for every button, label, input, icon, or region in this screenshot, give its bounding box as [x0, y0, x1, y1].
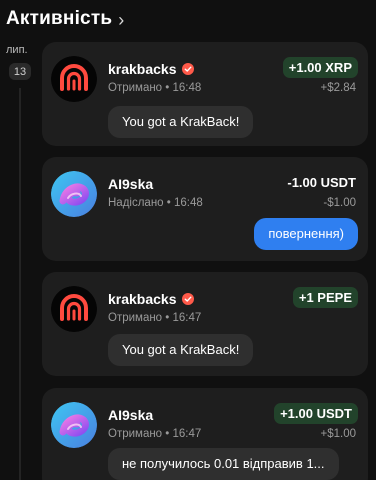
page-title: Активність — [6, 8, 113, 29]
sender-name: AI9ska — [108, 176, 154, 192]
krakbacks-avatar — [51, 286, 97, 332]
ai9ska-avatar — [51, 171, 97, 217]
comment-bubble: You got a KrakBack! — [108, 334, 254, 366]
status-text: Отримано — [108, 428, 163, 440]
amount-badge: +1 PEPE — [292, 287, 358, 308]
sender-name: krakbacks — [108, 291, 177, 307]
timeline-line — [19, 88, 21, 480]
transaction-card[interactable]: AI9ska Отримано • 16:47 +1.00 USDT +$1.0… — [42, 388, 368, 480]
transaction-status: Отримано • 16:47 — [108, 428, 202, 440]
transaction-status: Надіслано • 16:48 — [108, 197, 203, 209]
ai9ska-avatar — [51, 402, 97, 448]
time-text: 16:47 — [172, 428, 202, 440]
status-text: Отримано — [108, 82, 163, 94]
transaction-card[interactable]: AI9ska Надіслано • 16:48 -1.00 USDT -$1.… — [42, 157, 368, 261]
sender-row: krakbacks — [108, 291, 194, 307]
krakbacks-logo-icon — [51, 56, 97, 102]
verified-badge-icon — [181, 63, 194, 75]
amount-badge: -1.00 USDT — [287, 175, 356, 190]
sender-row: krakbacks — [108, 61, 194, 77]
chevron-right-icon: › — [118, 9, 125, 30]
status-text: Отримано — [108, 312, 163, 324]
activity-screen: Активність › лип. 13 krakbacks Отримано … — [0, 0, 376, 480]
krakbacks-logo-icon — [51, 286, 97, 332]
transaction-status: Отримано • 16:47 — [108, 312, 202, 324]
transaction-status: Отримано • 16:48 — [108, 82, 202, 94]
amount-badge: +1.00 USDT — [274, 403, 358, 424]
transaction-card[interactable]: krakbacks Отримано • 16:48 +1.00 XRP +$2… — [42, 42, 368, 146]
fiat-amount: -$1.00 — [323, 197, 356, 209]
fiat-amount: +$1.00 — [320, 428, 357, 440]
date-month: лип. — [6, 44, 28, 56]
status-text: Надіслано — [108, 197, 164, 209]
amount-badge: +1.00 XRP — [282, 57, 358, 78]
ai9ska-avatar-icon — [51, 171, 97, 217]
ai9ska-avatar-icon — [51, 402, 97, 448]
time-text: 16:47 — [172, 312, 202, 324]
return-button[interactable]: повернення) — [254, 218, 358, 250]
time-text: 16:48 — [174, 197, 203, 209]
fiat-amount: +$2.84 — [320, 82, 357, 94]
comment-bubble: You got a KrakBack! — [108, 106, 254, 138]
sender-name: krakbacks — [108, 61, 177, 77]
sender-row: AI9ska — [108, 407, 153, 423]
date-group: лип. 13 — [6, 44, 36, 80]
transaction-card[interactable]: krakbacks Отримано • 16:47 +1 PEPE You g… — [42, 272, 368, 376]
sender-row: AI9ska — [108, 176, 153, 192]
date-day-badge: 13 — [9, 63, 31, 80]
krakbacks-avatar — [51, 56, 97, 102]
verified-badge-icon — [181, 293, 194, 305]
comment-bubble: не получилось 0.01 відправив 1... — [108, 448, 339, 480]
time-text: 16:48 — [172, 82, 202, 94]
sender-name: AI9ska — [108, 407, 154, 423]
activity-header[interactable]: Активність › — [6, 8, 124, 30]
